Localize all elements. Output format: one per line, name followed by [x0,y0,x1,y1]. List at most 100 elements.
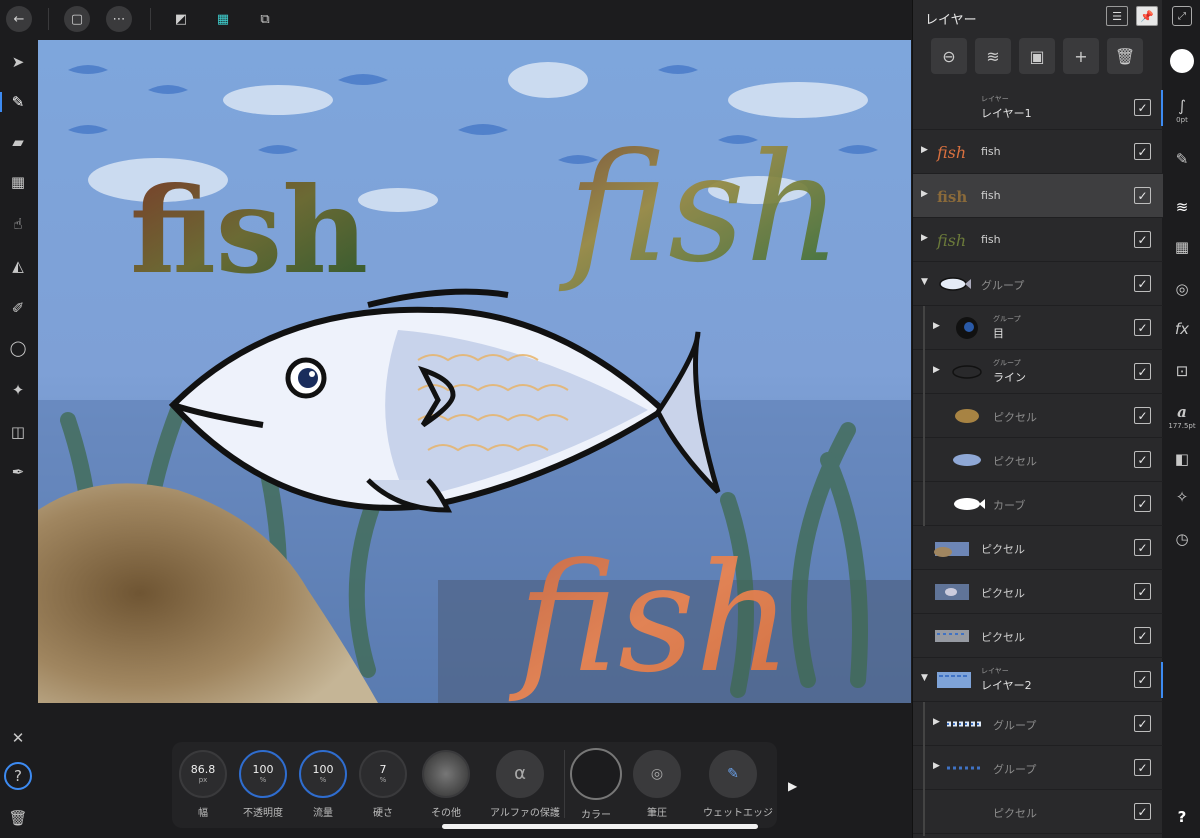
layer-row-curve[interactable]: カーブ ✓ [913,482,1163,526]
layer-row-line-group[interactable]: ▶ グループ ライン ✓ [913,350,1163,394]
move-tool-icon[interactable]: ➤ [4,48,32,76]
flow-dial[interactable]: 100 % [299,750,347,798]
paint-brush-icon[interactable]: ✎ [0,88,32,116]
layer-row-group[interactable]: ▶ グループ ✓ [913,746,1163,790]
color-swatch-icon[interactable] [1169,48,1195,74]
color-wheel-icon[interactable]: ◎ [1169,276,1195,302]
expand-arrow-icon[interactable]: ▶ [921,145,928,155]
lasso-icon[interactable]: ◯ [4,334,32,362]
visibility-checkbox[interactable]: ✓ [1134,231,1151,248]
magic-wand-icon[interactable]: ✦ [4,376,32,404]
visibility-checkbox[interactable]: ✓ [1134,715,1151,732]
add-layer-icon[interactable]: + [1063,38,1099,74]
hardness-control[interactable]: 7 % 硬さ [355,750,411,819]
back-arrow-icon[interactable]: ← [6,6,32,32]
persona-export-icon[interactable]: ⧉ [252,6,278,32]
close-icon[interactable]: ✕ [4,724,32,752]
color-swatch[interactable] [570,748,622,800]
wet-edge-icon[interactable]: ✎ [709,750,757,798]
smudge-icon[interactable]: ☝ [4,210,32,238]
help-icon[interactable]: ? [1169,804,1195,830]
fullscreen-icon[interactable]: ⤢ [1172,6,1192,26]
flow-control[interactable]: 100 % 流量 [295,750,351,819]
opacity-control[interactable]: 100 % 不透明度 [235,750,291,819]
layer-row-pixel[interactable]: ピクセル ✓ [913,526,1163,570]
visibility-checkbox[interactable]: ✓ [1134,671,1151,688]
visibility-checkbox[interactable]: ✓ [1134,451,1151,468]
visibility-checkbox[interactable]: ✓ [1134,759,1151,776]
layer-row-fish-1[interactable]: ▶ fish fish ✓ [913,130,1163,174]
visibility-checkbox[interactable]: ✓ [1134,363,1151,380]
layer-row-layer2[interactable]: ▼ レイヤー レイヤー2 ✓ [913,658,1163,702]
expand-arrow-icon[interactable]: ▶ [921,233,928,243]
opacity-dial[interactable]: 100 % [239,750,287,798]
visibility-checkbox[interactable]: ✓ [1134,143,1151,160]
layer-row-eye-group[interactable]: ▶ グループ 目 ✓ [913,306,1163,350]
layer-stack-icon[interactable]: ≋ [975,38,1011,74]
layer-row-fish-3[interactable]: ▶ fish fish ✓ [913,218,1163,262]
pressure-control[interactable]: ◎ 筆圧 [629,750,685,819]
eraser-icon[interactable]: ▰ [4,128,32,156]
visibility-checkbox[interactable]: ✓ [1134,803,1151,820]
persona-pixel-icon[interactable]: ▦ [210,6,236,32]
more-icon[interactable]: ⋯ [106,6,132,32]
expand-arrow-icon[interactable]: ▶ [933,717,940,727]
visibility-checkbox[interactable]: ✓ [1134,583,1151,600]
panel-menu-icon[interactable]: ☰ [1106,6,1128,26]
document-icon[interactable]: ▢ [64,6,90,32]
home-indicator[interactable] [442,824,758,829]
expand-arrow-icon[interactable]: ▶ [933,365,940,375]
color-picker-icon[interactable]: ✒ [4,458,32,486]
fill-bucket-icon[interactable]: ◭ [4,252,32,280]
width-control[interactable]: 86.8 px 幅 [175,750,231,819]
wet-edge-control[interactable]: ✎ ウェットエッジ [703,750,773,819]
visibility-checkbox[interactable]: ✓ [1134,495,1151,512]
visibility-checkbox[interactable]: ✓ [1134,99,1151,116]
history-icon[interactable]: ◷ [1169,526,1195,552]
brush-stroke-icon[interactable]: ∫ 0pt [1169,90,1195,130]
expand-arrow-icon[interactable]: ▶ [933,761,940,771]
alpha-protect-control[interactable]: α アルファの保護 [490,750,560,819]
effects-icon[interactable]: fx [1169,316,1195,342]
text-style-icon[interactable]: a 177.5pt [1168,398,1195,434]
alpha-protect-toggle[interactable]: α [496,750,544,798]
expand-arrow-icon[interactable]: ▶ [933,321,940,331]
layers-icon[interactable]: ≋ [1169,194,1195,220]
layer-row-pixel[interactable]: ピクセル ✓ [913,614,1163,658]
layer-row-pixel[interactable]: ピクセル ✓ [913,394,1163,438]
layer-row-layer1[interactable]: レイヤー レイヤー1 ✓ [913,86,1163,130]
layer-row-pixel[interactable]: ピクセル ✓ [913,790,1163,834]
navigator-icon[interactable]: ✧ [1169,484,1195,510]
visibility-checkbox[interactable]: ✓ [1134,275,1151,292]
width-dial[interactable]: 86.8 px [179,750,227,798]
delete-layer-icon[interactable]: 🗑 [1107,38,1143,74]
layer-row-group[interactable]: ▼ グループ ✓ [913,262,1163,306]
visibility-checkbox[interactable]: ✓ [1134,187,1151,204]
collapse-arrow-icon[interactable]: ▼ [921,277,928,287]
layer-row-pixel[interactable]: ピクセル ✓ [913,438,1163,482]
transform-icon[interactable]: ◧ [1169,446,1195,472]
expand-arrow-icon[interactable]: ▶ [921,189,928,199]
dodge-brush-icon[interactable]: ✐ [4,294,32,322]
layer-row-fish-2[interactable]: ▶ fish fish ✓ [913,174,1163,218]
mask-layer-icon[interactable]: ▣ [1019,38,1055,74]
layer-row-group[interactable]: ▶ グループ ✓ [913,702,1163,746]
mosaic-icon[interactable]: ▦ [4,168,32,196]
help-hint-icon[interactable]: ? [4,762,32,790]
pin-icon[interactable]: 📌 [1136,6,1158,26]
layer-row-pixel[interactable]: ピクセル ✓ [913,570,1163,614]
expand-arrow-icon[interactable]: ▶ [788,779,797,793]
pressure-icon[interactable]: ◎ [633,750,681,798]
visibility-checkbox[interactable]: ✓ [1134,319,1151,336]
visibility-checkbox[interactable]: ✓ [1134,539,1151,556]
visibility-checkbox[interactable]: ✓ [1134,627,1151,644]
collapse-arrow-icon[interactable]: ▼ [921,673,928,683]
document-canvas[interactable]: fish fish fish [38,40,911,703]
brush-texture-preview[interactable] [422,750,470,798]
hardness-dial[interactable]: 7 % [359,750,407,798]
trash-icon[interactable]: 🗑 [4,804,32,832]
marquee-icon[interactable]: ◫ [4,418,32,446]
color-control[interactable]: カラー [568,748,624,821]
brushes-icon[interactable]: ✎ [1169,146,1195,172]
other-control[interactable]: その他 [418,750,474,819]
